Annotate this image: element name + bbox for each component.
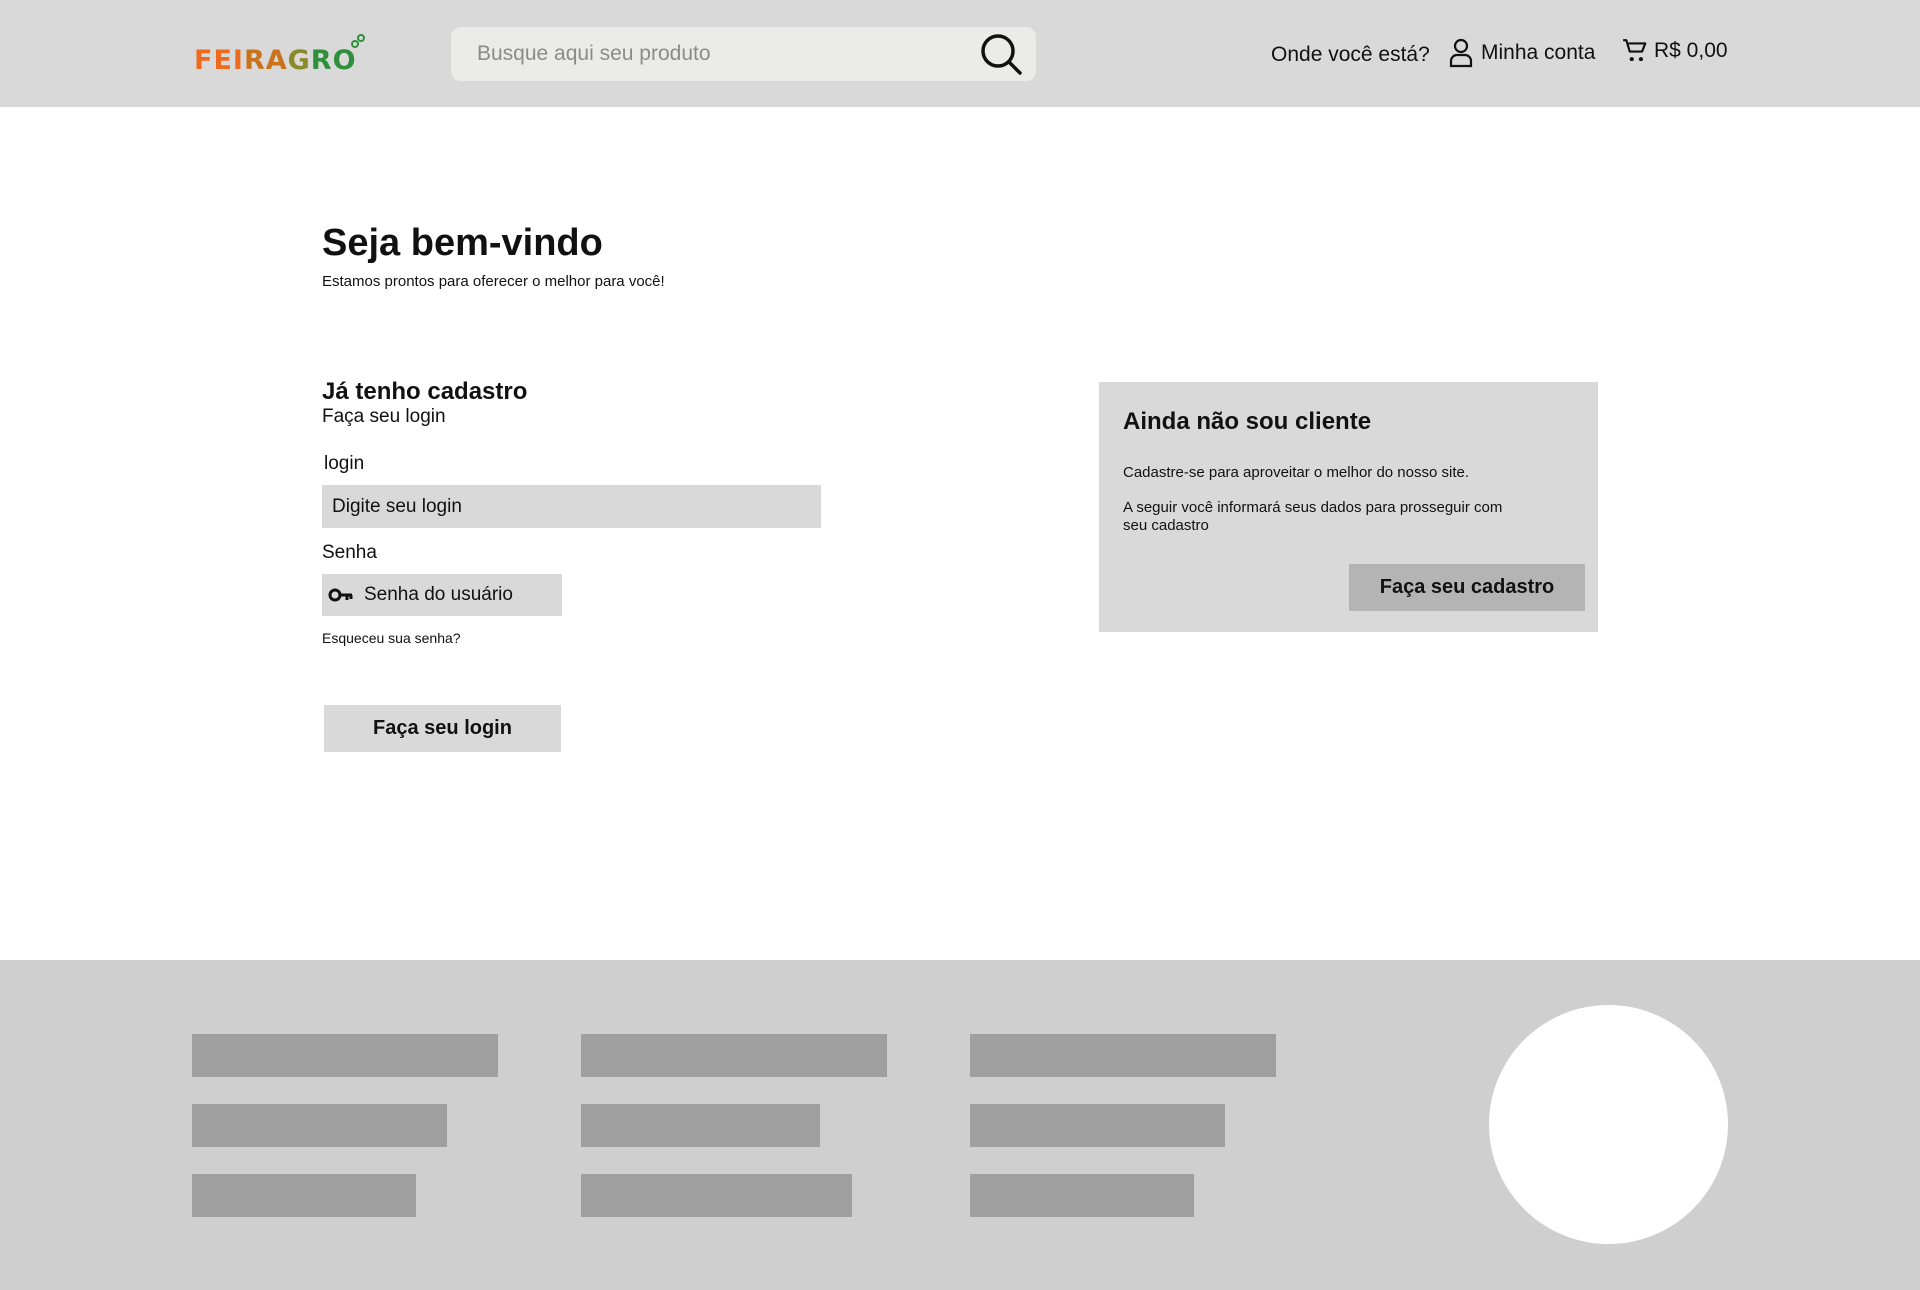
search-bar (451, 27, 1036, 81)
site-footer (0, 960, 1920, 1290)
cart-icon (1623, 39, 1647, 62)
footer-link-placeholder[interactable] (970, 1174, 1194, 1217)
footer-image-placeholder (1489, 1005, 1728, 1244)
footer-link-placeholder[interactable] (970, 1104, 1225, 1147)
register-button[interactable]: Faça seu cadastro (1349, 564, 1585, 611)
forgot-password-link[interactable]: Esqueceu sua senha? (322, 630, 461, 646)
login-section-title: Já tenho cadastro (322, 378, 528, 405)
feiragro-logo[interactable]: FEIRAGRO (194, 34, 365, 76)
register-title: Ainda não sou cliente (1123, 408, 1372, 435)
password-field (322, 574, 562, 616)
footer-link-placeholder[interactable] (581, 1104, 820, 1147)
search-input[interactable] (477, 27, 957, 81)
search-icon (981, 34, 1022, 75)
footer-link-placeholder[interactable] (192, 1174, 416, 1217)
account-label: Minha conta (1481, 41, 1596, 64)
user-icon (1449, 38, 1473, 68)
footer-link-placeholder[interactable] (192, 1034, 498, 1077)
login-field-label: login (324, 453, 365, 474)
cart-total: R$ 0,00 (1654, 39, 1728, 62)
login-section-subtitle: Faça seu login (322, 406, 446, 427)
password-field-label: Senha (322, 542, 377, 563)
cart-link[interactable]: R$ 0,00 (1622, 38, 1728, 64)
footer-link-placeholder[interactable] (192, 1104, 447, 1147)
register-instructions: A seguir você informará seus dados para … (1123, 499, 1503, 534)
login-button[interactable]: Faça seu login (324, 705, 561, 752)
register-description: Cadastre-se para aproveitar o melhor do … (1123, 464, 1470, 481)
footer-link-placeholder[interactable] (970, 1034, 1276, 1077)
key-icon (328, 588, 353, 602)
search-button[interactable] (976, 29, 1026, 79)
sprout-icon (350, 34, 365, 48)
footer-link-placeholder[interactable] (581, 1174, 852, 1217)
register-card: Ainda não sou cliente Cadastre-se para a… (1099, 382, 1598, 632)
login-input[interactable] (322, 485, 821, 528)
password-input[interactable] (364, 574, 559, 616)
account-link[interactable]: Minha conta (1449, 38, 1595, 68)
location-link[interactable]: Onde você está? (1271, 43, 1430, 67)
page-subtitle: Estamos prontos para oferecer o melhor p… (322, 273, 665, 290)
logo-wordmark: FEIRAGRO (194, 45, 357, 76)
page-title: Seja bem-vindo (322, 222, 603, 264)
site-header: FEIRAGRO Onde você está? Minha conta R$ … (0, 0, 1920, 107)
footer-link-placeholder[interactable] (581, 1034, 887, 1077)
